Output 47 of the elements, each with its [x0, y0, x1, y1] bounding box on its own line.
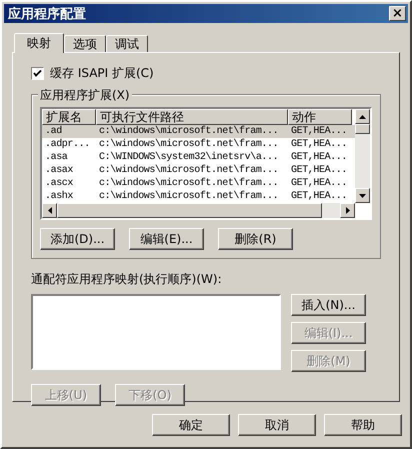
- column-header[interactable]: 扩展名: [42, 109, 96, 125]
- dialog-button[interactable]: 删除(R): [218, 228, 293, 250]
- dialog-button[interactable]: 帮助: [324, 414, 402, 436]
- scroll-right-icon[interactable]: [340, 203, 355, 218]
- scroll-down-icon[interactable]: [355, 188, 370, 203]
- dialog-button[interactable]: 确定: [152, 414, 230, 436]
- scroll-thumb[interactable]: [355, 124, 370, 134]
- table-cell-text: c:\windows\microsoft.net\fram...: [98, 178, 280, 189]
- table-cell-text: c:\windows\microsoft.net\fram...: [98, 139, 280, 150]
- checkbox-label: 缓存 ISAPI 扩展(C): [50, 65, 154, 82]
- list-row[interactable]: .ad c:\windows\microsoft.net\fram... GET,HEA...: [42, 125, 355, 138]
- dialog-button[interactable]: 插入(N)...: [291, 294, 366, 316]
- dialog-button[interactable]: 编辑(E)...: [129, 228, 204, 250]
- table-cell-text: .ashx: [44, 191, 74, 202]
- column-header[interactable]: 动作: [288, 109, 352, 125]
- table-cell-text: c:\windows\microsoft.net\fram...: [98, 165, 280, 176]
- tab[interactable]: 映射: [14, 33, 64, 53]
- list-box[interactable]: [31, 294, 281, 370]
- scroll-left-icon[interactable]: [42, 203, 57, 218]
- window-title: 应用程序配置: [8, 6, 86, 22]
- close-button[interactable]: ×: [389, 6, 406, 21]
- vertical-scrollbar[interactable]: [355, 109, 370, 203]
- table-cell-text: GET,HEA...: [290, 152, 348, 163]
- table-cell-text: .asa: [44, 152, 68, 163]
- checkbox[interactable]: [31, 67, 44, 80]
- column-header[interactable]: 可执行文件路径: [96, 109, 288, 125]
- dialog-button[interactable]: 取消: [238, 414, 316, 436]
- dialog-button[interactable]: 添加(D)...: [40, 228, 115, 250]
- scroll-thumb[interactable]: [57, 203, 322, 218]
- group-title: 应用程序扩展(X): [38, 87, 132, 104]
- table-cell-text: GET,HEA...: [290, 139, 348, 150]
- table-cell-text: .adpr...: [44, 139, 91, 150]
- table-cell-text: C:\WINDOWS\system32\inetsrv\a...: [98, 152, 280, 163]
- table-cell-text: .ascx: [44, 178, 74, 189]
- table-cell-text: c:\windows\microsoft.net\fram...: [98, 126, 280, 137]
- table-cell-text: c:\windows\microsoft.net\fram...: [98, 191, 280, 202]
- table-cell-text: GET,HEA...: [290, 178, 348, 189]
- table-cell-text: .ad: [44, 126, 63, 137]
- table-cell-text: GET,HEA...: [290, 165, 348, 176]
- tab[interactable]: 选项: [64, 35, 106, 52]
- tab[interactable]: 调试: [106, 35, 148, 52]
- horizontal-scrollbar[interactable]: [42, 203, 355, 218]
- table-cell-text: GET,HEA...: [290, 126, 348, 137]
- list-label: 通配符应用程序映射(执行顺序)(W):: [31, 271, 223, 288]
- table-cell-text: .asax: [44, 165, 74, 176]
- scroll-up-icon[interactable]: [355, 109, 370, 124]
- table-cell-text: GET,HEA...: [290, 191, 348, 202]
